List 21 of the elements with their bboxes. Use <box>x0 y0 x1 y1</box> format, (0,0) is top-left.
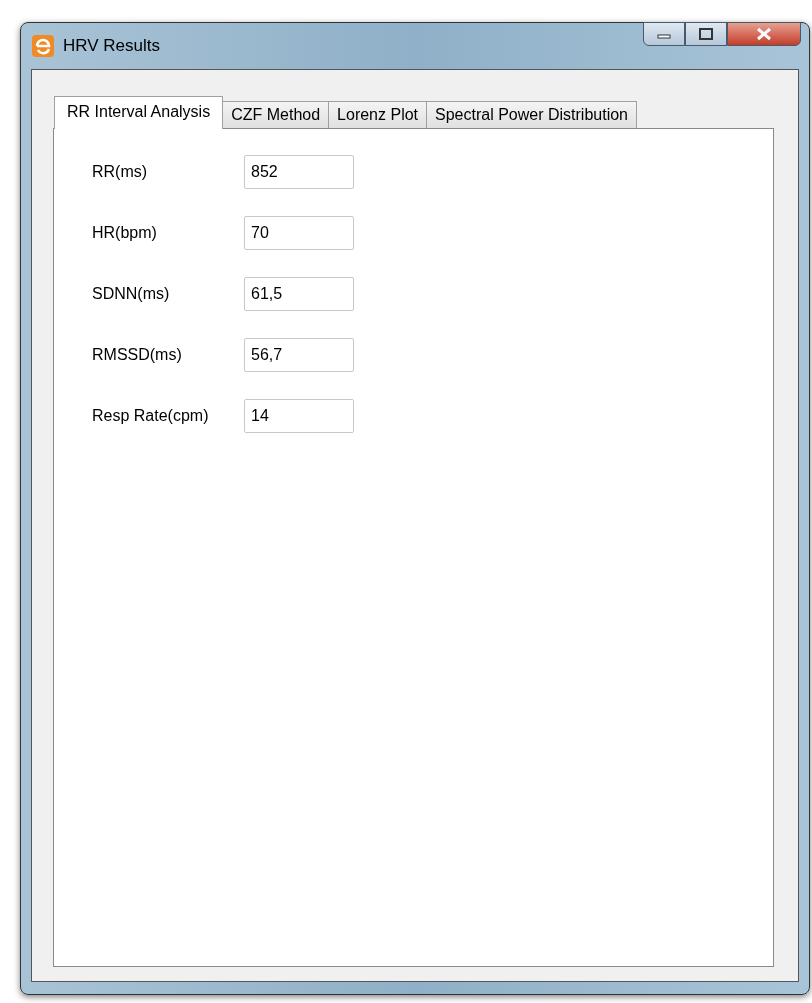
field-label: Resp Rate(cpm) <box>92 407 210 425</box>
minimize-button[interactable] <box>643 22 685 46</box>
maximize-button[interactable] <box>685 22 727 46</box>
input-field[interactable]: 61,5 <box>244 277 354 311</box>
tab[interactable]: CZF Method <box>222 101 330 128</box>
window-title: HRV Results <box>63 36 160 56</box>
tab[interactable]: RR Interval Analysis <box>54 96 224 129</box>
tab[interactable]: Lorenz Plot <box>328 101 428 128</box>
app-icon <box>31 34 55 58</box>
close-button[interactable] <box>727 22 801 46</box>
input-field[interactable]: 56,7 <box>244 338 354 372</box>
maximize-icon <box>699 28 713 40</box>
tab[interactable]: Spectral Power Distribution <box>426 101 637 128</box>
close-icon <box>756 27 772 41</box>
field-label: SDNN(ms) <box>92 285 171 303</box>
input-field[interactable]: 852 <box>244 155 354 189</box>
input-field[interactable]: 14 <box>244 399 354 433</box>
field-label: RMSSD(ms) <box>92 346 183 364</box>
field-label: RR(ms) <box>92 163 149 181</box>
input-field[interactable]: 70 <box>244 216 354 250</box>
field-label: HR(bpm) <box>92 224 158 242</box>
